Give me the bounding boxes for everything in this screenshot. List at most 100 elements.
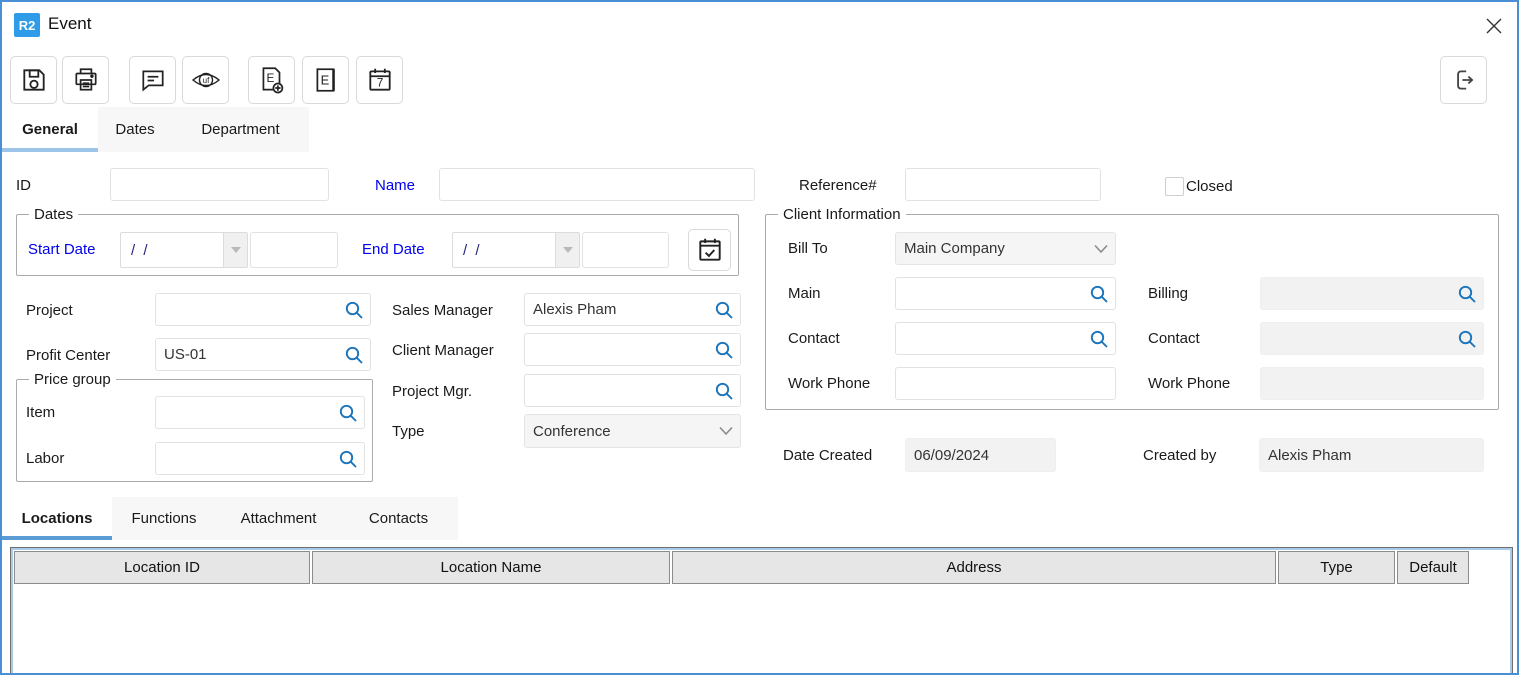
event-icon: E — [312, 66, 340, 94]
tab-general[interactable]: General — [2, 107, 98, 152]
column-header-location-name[interactable]: Location Name — [312, 551, 670, 584]
id-input[interactable] — [110, 168, 329, 201]
search-icon[interactable] — [338, 403, 358, 423]
closed-checkbox[interactable] — [1165, 177, 1184, 196]
project-input[interactable] — [155, 293, 371, 326]
tab-general-underline — [2, 148, 98, 152]
dates-group-legend: Dates — [29, 206, 78, 223]
name-input[interactable] — [439, 168, 755, 201]
user-fields-button[interactable]: uf — [182, 56, 229, 104]
contact-right-input[interactable] — [1260, 322, 1484, 355]
app-logo-r2: R2 — [14, 13, 40, 37]
chevron-down-icon — [719, 427, 733, 436]
start-date-picker[interactable]: / / — [120, 232, 248, 268]
main-client-input[interactable] — [895, 277, 1116, 310]
column-header-default[interactable]: Default — [1397, 551, 1469, 584]
exit-icon — [1450, 66, 1478, 94]
type-value: Conference — [533, 423, 611, 440]
exit-button[interactable] — [1440, 56, 1487, 104]
profit-center-value: US-01 — [164, 346, 207, 363]
uf-eye-icon: uf — [190, 66, 222, 94]
tab-locations-underline — [2, 536, 112, 540]
column-header-location-id[interactable]: Location ID — [14, 551, 310, 584]
labor-input[interactable] — [155, 442, 365, 475]
column-header-type[interactable]: Type — [1278, 551, 1395, 584]
contact-left-input[interactable] — [895, 322, 1116, 355]
comment-icon — [139, 66, 167, 94]
chevron-down-icon — [1094, 244, 1108, 253]
client-manager-input[interactable] — [524, 333, 741, 366]
end-date-dropdown-button[interactable] — [555, 233, 579, 267]
search-icon[interactable] — [1457, 284, 1477, 304]
closed-label: Closed — [1186, 178, 1233, 195]
tab-dates[interactable]: Dates — [98, 107, 172, 152]
search-icon[interactable] — [1089, 329, 1109, 349]
search-icon[interactable] — [714, 300, 734, 320]
search-icon[interactable] — [714, 381, 734, 401]
name-label: Name — [375, 177, 415, 194]
end-date-value: / / — [453, 233, 555, 267]
tab-department-label: Department — [201, 121, 279, 138]
start-date-value: / / — [121, 233, 223, 267]
id-label: ID — [16, 177, 31, 194]
locations-table-body[interactable] — [14, 586, 1509, 672]
dropdown-arrow-icon — [230, 246, 242, 254]
work-phone-right-input[interactable] — [1260, 367, 1484, 400]
event-button[interactable]: E — [302, 56, 349, 104]
save-icon — [20, 66, 48, 94]
type-select[interactable]: Conference — [524, 414, 741, 448]
new-event-button[interactable]: E — [248, 56, 295, 104]
main-tab-bar: General Dates Department — [2, 107, 309, 152]
tab-department[interactable]: Department — [172, 107, 309, 152]
start-date-dropdown-button[interactable] — [223, 233, 247, 267]
tab-contacts[interactable]: Contacts — [341, 497, 456, 540]
search-icon[interactable] — [344, 300, 364, 320]
item-input[interactable] — [155, 396, 365, 429]
bill-to-select[interactable]: Main Company — [895, 232, 1116, 265]
billing-input[interactable] — [1260, 277, 1484, 310]
client-manager-label: Client Manager — [392, 342, 494, 359]
tab-attachment[interactable]: Attachment — [216, 497, 341, 540]
end-date-label: End Date — [362, 241, 425, 258]
end-time-input[interactable] — [582, 232, 669, 268]
save-button[interactable] — [10, 56, 57, 104]
print-button[interactable] — [62, 56, 109, 104]
tab-functions[interactable]: Functions — [112, 497, 216, 540]
calendar-button[interactable]: 7 — [356, 56, 403, 104]
end-date-picker[interactable]: / / — [452, 232, 580, 268]
reference-label: Reference# — [799, 177, 877, 194]
tab-functions-label: Functions — [131, 510, 196, 527]
main-client-label: Main — [788, 285, 821, 302]
reference-input[interactable] — [905, 168, 1101, 201]
comment-button[interactable] — [129, 56, 176, 104]
window-title: Event — [48, 14, 91, 34]
search-icon[interactable] — [1457, 329, 1477, 349]
printer-icon — [72, 66, 100, 94]
svg-text:uf: uf — [202, 76, 209, 85]
created-by-field: Alexis Pham — [1259, 438, 1484, 472]
column-header-address[interactable]: Address — [672, 551, 1276, 584]
project-mgr-input[interactable] — [524, 374, 741, 407]
svg-text:7: 7 — [376, 75, 383, 89]
tab-locations[interactable]: Locations — [2, 497, 112, 540]
locations-table: Location ID Location Name Address Type D… — [10, 547, 1513, 675]
locations-table-header: Location ID Location Name Address Type D… — [14, 551, 1509, 584]
tab-contacts-label: Contacts — [369, 510, 428, 527]
search-icon[interactable] — [714, 340, 734, 360]
sales-manager-input[interactable]: Alexis Pham — [524, 293, 741, 326]
price-group-legend: Price group — [29, 371, 116, 388]
bill-to-value: Main Company — [904, 240, 1005, 257]
calendar-check-button[interactable] — [688, 229, 731, 271]
search-icon[interactable] — [344, 345, 364, 365]
created-by-value: Alexis Pham — [1268, 447, 1351, 464]
search-icon[interactable] — [338, 449, 358, 469]
contact-right-label: Contact — [1148, 330, 1200, 347]
search-icon[interactable] — [1089, 284, 1109, 304]
close-button[interactable] — [1480, 12, 1508, 40]
calendar-check-icon — [696, 236, 724, 264]
work-phone-left-input[interactable] — [895, 367, 1116, 400]
profit-center-label: Profit Center — [26, 347, 110, 364]
profit-center-input[interactable]: US-01 — [155, 338, 371, 371]
labor-label: Labor — [26, 450, 64, 467]
start-time-input[interactable] — [250, 232, 338, 268]
